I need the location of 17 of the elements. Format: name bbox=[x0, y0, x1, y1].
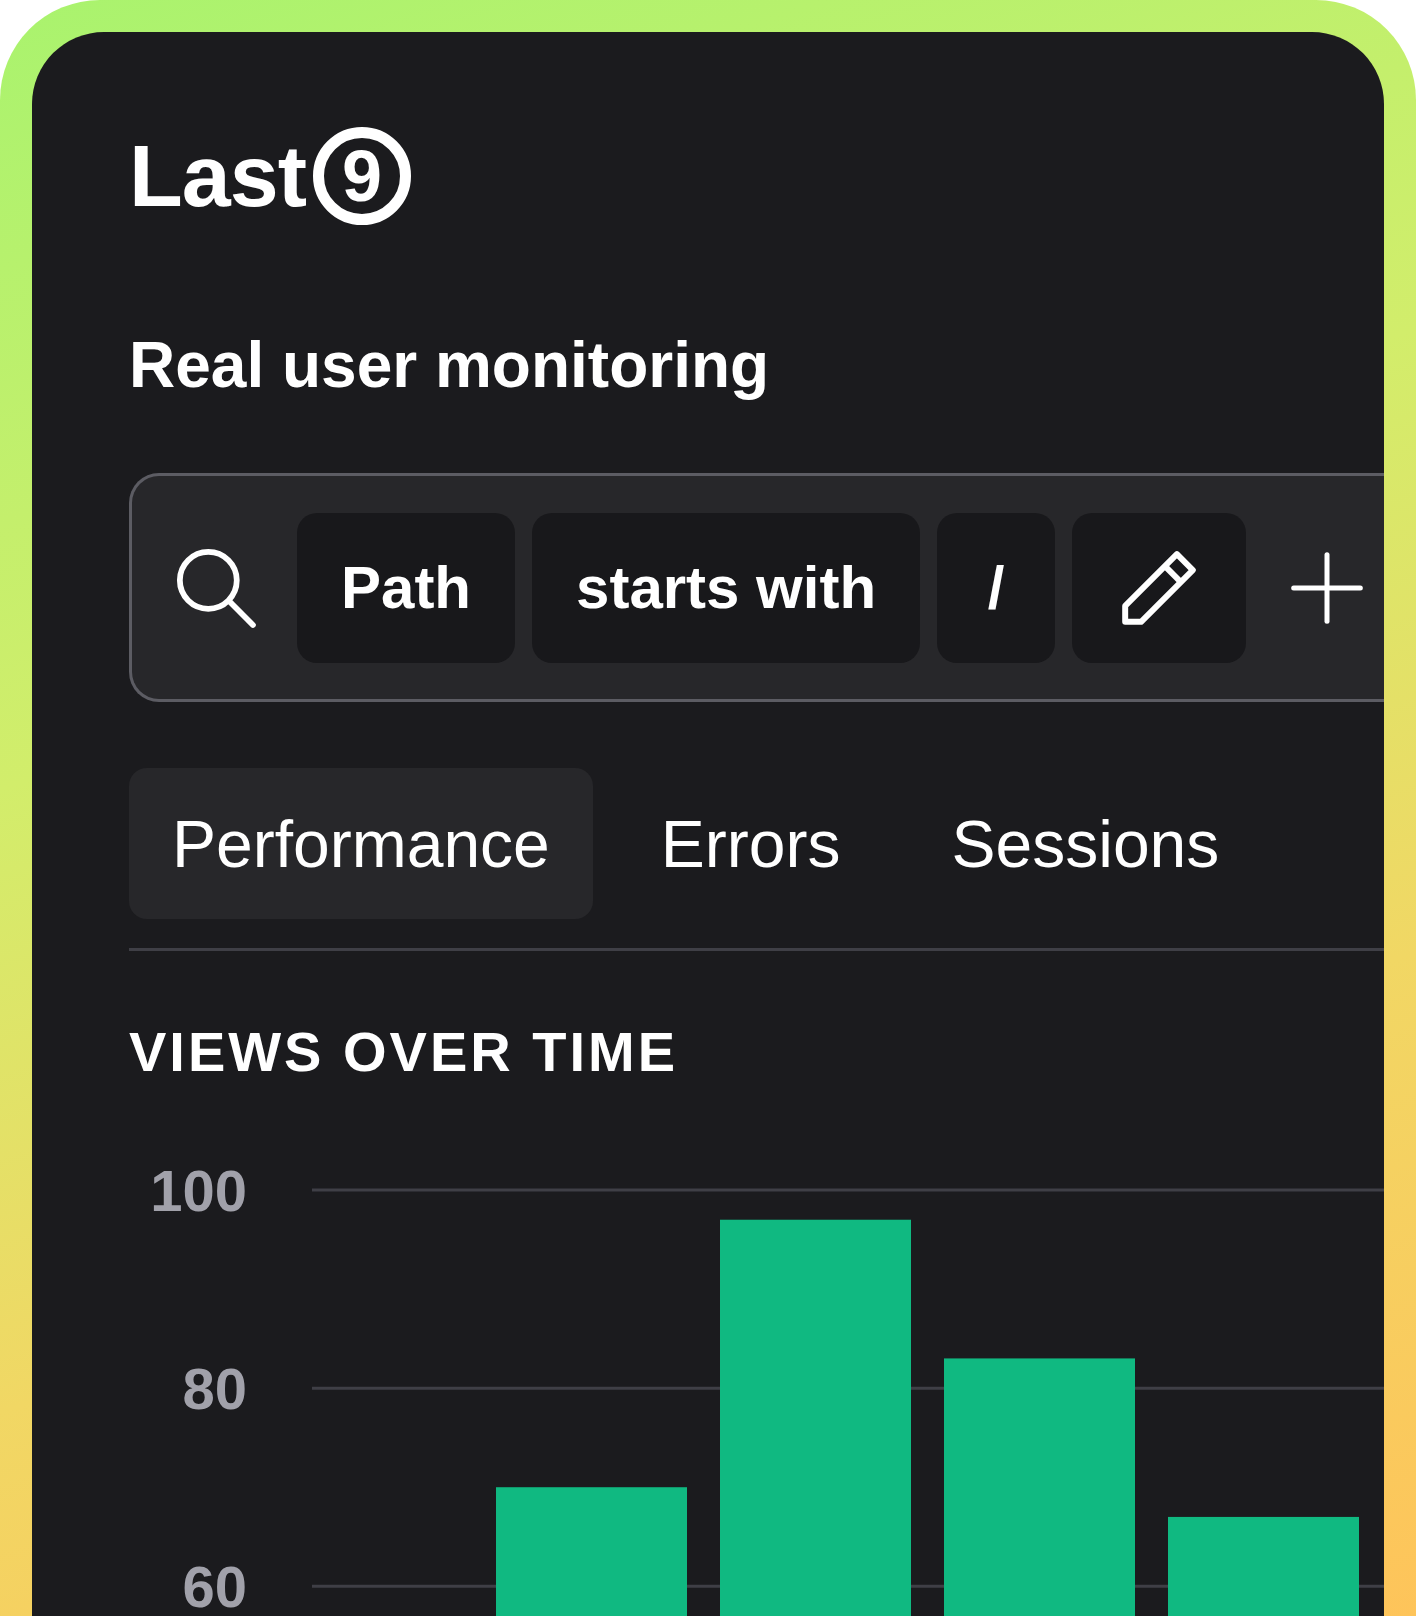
filter-chip[interactable]: Path bbox=[297, 512, 516, 663]
page-title: Real user monitoring bbox=[129, 328, 770, 402]
search-icon[interactable] bbox=[176, 547, 256, 628]
plus-icon[interactable] bbox=[1291, 551, 1364, 624]
filter-chip[interactable]: starts with bbox=[532, 512, 921, 663]
axis-label: 100 bbox=[150, 1158, 247, 1223]
axis-label: 60 bbox=[182, 1554, 247, 1616]
pencil-icon bbox=[1122, 550, 1197, 625]
axis-label: 80 bbox=[182, 1356, 247, 1422]
edit-button[interactable] bbox=[1072, 512, 1247, 663]
logo-badge: 9 bbox=[312, 126, 411, 225]
logo-wordmark: Last bbox=[129, 131, 306, 220]
section-heading: VIEWS OVER TIME bbox=[129, 1019, 679, 1085]
tab[interactable]: Performance bbox=[129, 768, 593, 919]
tab[interactable]: Sessions bbox=[908, 768, 1263, 919]
filter-chip[interactable]: / bbox=[937, 512, 1056, 663]
tab[interactable]: Errors bbox=[617, 768, 884, 919]
